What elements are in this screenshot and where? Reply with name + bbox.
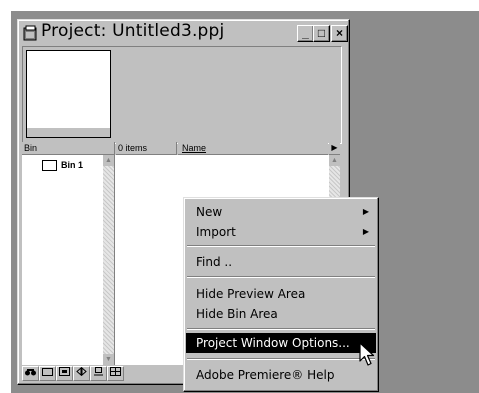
menu-item-hide-bin-area-label: Hide Bin Area	[196, 307, 278, 321]
menu-item-project-window-options[interactable]: Project Window Options...	[186, 333, 376, 353]
scroll-up-icon[interactable]: ▲	[103, 155, 114, 166]
menu-item-import-label: Import	[196, 225, 236, 239]
bin-area: Bin 1 ▲ ▼	[22, 155, 115, 365]
name-column-label: Name	[182, 143, 207, 153]
close-button[interactable]: ×	[331, 25, 348, 42]
icon-view-icon[interactable]	[90, 366, 107, 381]
menu-item-new[interactable]: New ▶	[186, 202, 376, 222]
column-scroll-right-icon[interactable]: ▶	[329, 142, 340, 155]
window-title: Project: Untitled3.ppj	[41, 21, 225, 41]
menu-item-find-label: Find ..	[196, 255, 233, 269]
menu-item-hide-bin-area[interactable]: Hide Bin Area	[186, 304, 376, 324]
menu-item-help[interactable]: Adobe Premiere® Help	[186, 365, 376, 385]
thumbnail-view-icon[interactable]	[107, 366, 124, 381]
item-count-header: 0 items	[116, 142, 177, 155]
context-menu: New ▶ Import ▶ Find .. Hide Preview Area…	[183, 197, 379, 392]
bin-item-label: Bin 1	[61, 160, 84, 170]
menu-item-hide-preview-area[interactable]: Hide Preview Area	[186, 284, 376, 304]
menu-item-project-window-options-label: Project Window Options...	[196, 336, 350, 350]
item-count-label: 0 items	[118, 143, 148, 153]
folder-icon	[42, 160, 57, 172]
name-column-header[interactable]: Name	[178, 142, 328, 155]
preview-area	[22, 46, 342, 144]
minimize-button[interactable]: _	[297, 25, 314, 42]
submenu-arrow-icon: ▶	[362, 227, 369, 236]
mouse-pointer-icon	[359, 342, 375, 366]
menu-separator	[187, 358, 375, 360]
menu-separator	[187, 245, 375, 247]
bin-item[interactable]: Bin 1	[42, 159, 84, 172]
menu-item-find[interactable]: Find ..	[186, 252, 376, 272]
storyboard-icon[interactable]	[56, 366, 73, 381]
menu-item-import[interactable]: Import ▶	[186, 222, 376, 242]
find-icon[interactable]	[22, 366, 39, 381]
menu-item-hide-preview-area-label: Hide Preview Area	[196, 287, 306, 301]
project-file-icon	[23, 25, 37, 41]
list-view-icon[interactable]	[73, 366, 90, 381]
bin-column-label: Bin	[24, 143, 38, 153]
menu-item-new-label: New	[196, 205, 223, 219]
menu-separator	[187, 276, 375, 278]
items-scroll-up-icon[interactable]: ▲	[329, 155, 340, 166]
title-bar[interactable]: Project: Untitled3.ppj _ □ ×	[21, 21, 348, 44]
submenu-arrow-icon: ▶	[362, 207, 369, 216]
menu-separator	[187, 328, 375, 330]
bin-scrollbar[interactable]: ▲ ▼	[103, 155, 114, 365]
bin-column-header[interactable]: Bin	[22, 142, 115, 155]
maximize-button[interactable]: □	[313, 25, 330, 42]
scroll-down-icon[interactable]: ▼	[103, 354, 114, 365]
new-bin-icon[interactable]	[39, 366, 56, 381]
preview-thumbnail	[26, 50, 111, 129]
preview-thumbnail-bar	[26, 128, 111, 138]
menu-item-help-label: Adobe Premiere® Help	[196, 368, 335, 382]
